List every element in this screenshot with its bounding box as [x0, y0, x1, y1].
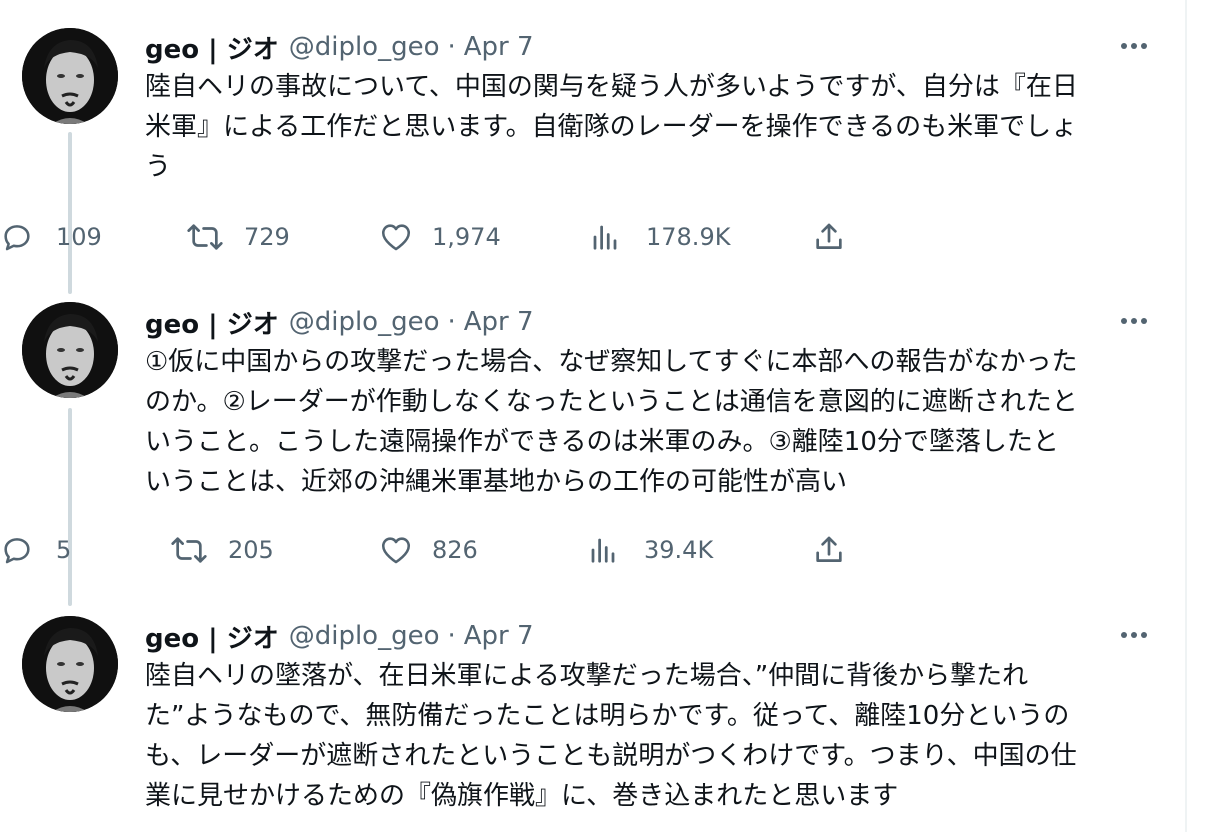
display-name[interactable]: geo | ジオ [145, 618, 279, 655]
separator-dot: · [447, 621, 456, 651]
timestamp[interactable]: Apr 7 [464, 621, 534, 651]
more-options-icon[interactable] [1116, 620, 1152, 650]
tweet-header: geo | ジオ @diplo_geo · Apr 7 [145, 616, 1160, 656]
timeline-border [1185, 0, 1187, 832]
tweet[interactable]: geo | ジオ @diplo_geo · Apr 7 陸自ヘリの墜落が、在日米… [0, 0, 1185, 832]
avatar[interactable] [22, 616, 118, 712]
user-handle[interactable]: @diplo_geo [289, 621, 440, 651]
tweet-text: 陸自ヘリの墜落が、在日米軍による攻撃だった場合、”仲間に背後から撃たれ た”よう… [145, 661, 1077, 811]
